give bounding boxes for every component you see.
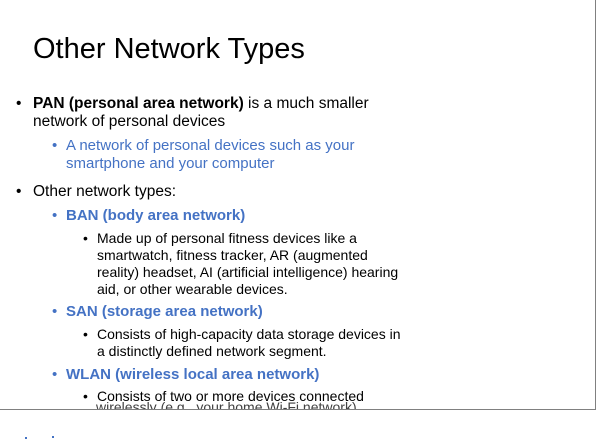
ban-heading-bullet: • BAN (body area network) [52,207,466,225]
bullet-icon: • [52,207,58,224]
ban-desc-line: smartwatch, fitness tracker, AR (augment… [97,247,368,263]
ban-desc-line: aid, or other wearable devices. [97,281,288,297]
bullet-icon: • [52,366,58,383]
san-heading: SAN (storage area network) [66,303,263,320]
pan-sub-line-2: smartphone and your computer [66,155,275,172]
bullet-icon: • [83,388,88,404]
overflow-dot [25,437,27,439]
slide: Other Network Types • PAN (personal area… [0,0,596,410]
san-desc-line: a distinctly defined network segment. [97,343,327,359]
bullet-icon: • [83,326,88,342]
other-types-text: Other network types: [33,183,177,200]
san-heading-bullet: • SAN (storage area network) [52,303,466,321]
pan-bullet: • PAN (personal area network) is a much … [16,95,453,131]
san-desc-bullet: • Consists of high-capacity data storage… [83,326,457,360]
pan-term: PAN (personal area network) [33,95,244,112]
bullet-icon: • [52,303,58,320]
other-types-bullet: • Other network types: [16,183,433,201]
bullet-icon: • [83,230,88,246]
san-desc-line: Consists of high-capacity data storage d… [97,326,401,342]
bullet-icon: • [52,137,58,154]
wlan-heading-bullet: • WLAN (wireless local area network) [52,366,466,384]
ban-heading: BAN (body area network) [66,207,246,224]
ban-desc-line: reality) headset, AI (artificial intelli… [97,264,399,280]
ban-desc-bullet: • Made up of personal fitness devices li… [83,230,457,298]
slide-title: Other Network Types [33,33,305,65]
bullet-icon: • [16,95,22,112]
pan-line-1: PAN (personal area network) is a much sm… [33,95,453,113]
pan-rest: is a much smaller [243,95,369,112]
ban-desc-line: Made up of personal fitness devices like… [97,230,357,246]
overflow-dot [52,436,54,438]
wlan-overflow-line: wirelessly (e.g., your home Wi-Fi networ… [96,399,357,409]
bullet-icon: • [16,183,22,200]
pan-sub-bullet: • A network of personal devices such as … [52,137,466,173]
pan-line-2: network of personal devices [33,113,226,130]
wlan-heading: WLAN (wireless local area network) [66,366,320,383]
pan-sub-line-1: A network of personal devices such as yo… [66,137,355,154]
